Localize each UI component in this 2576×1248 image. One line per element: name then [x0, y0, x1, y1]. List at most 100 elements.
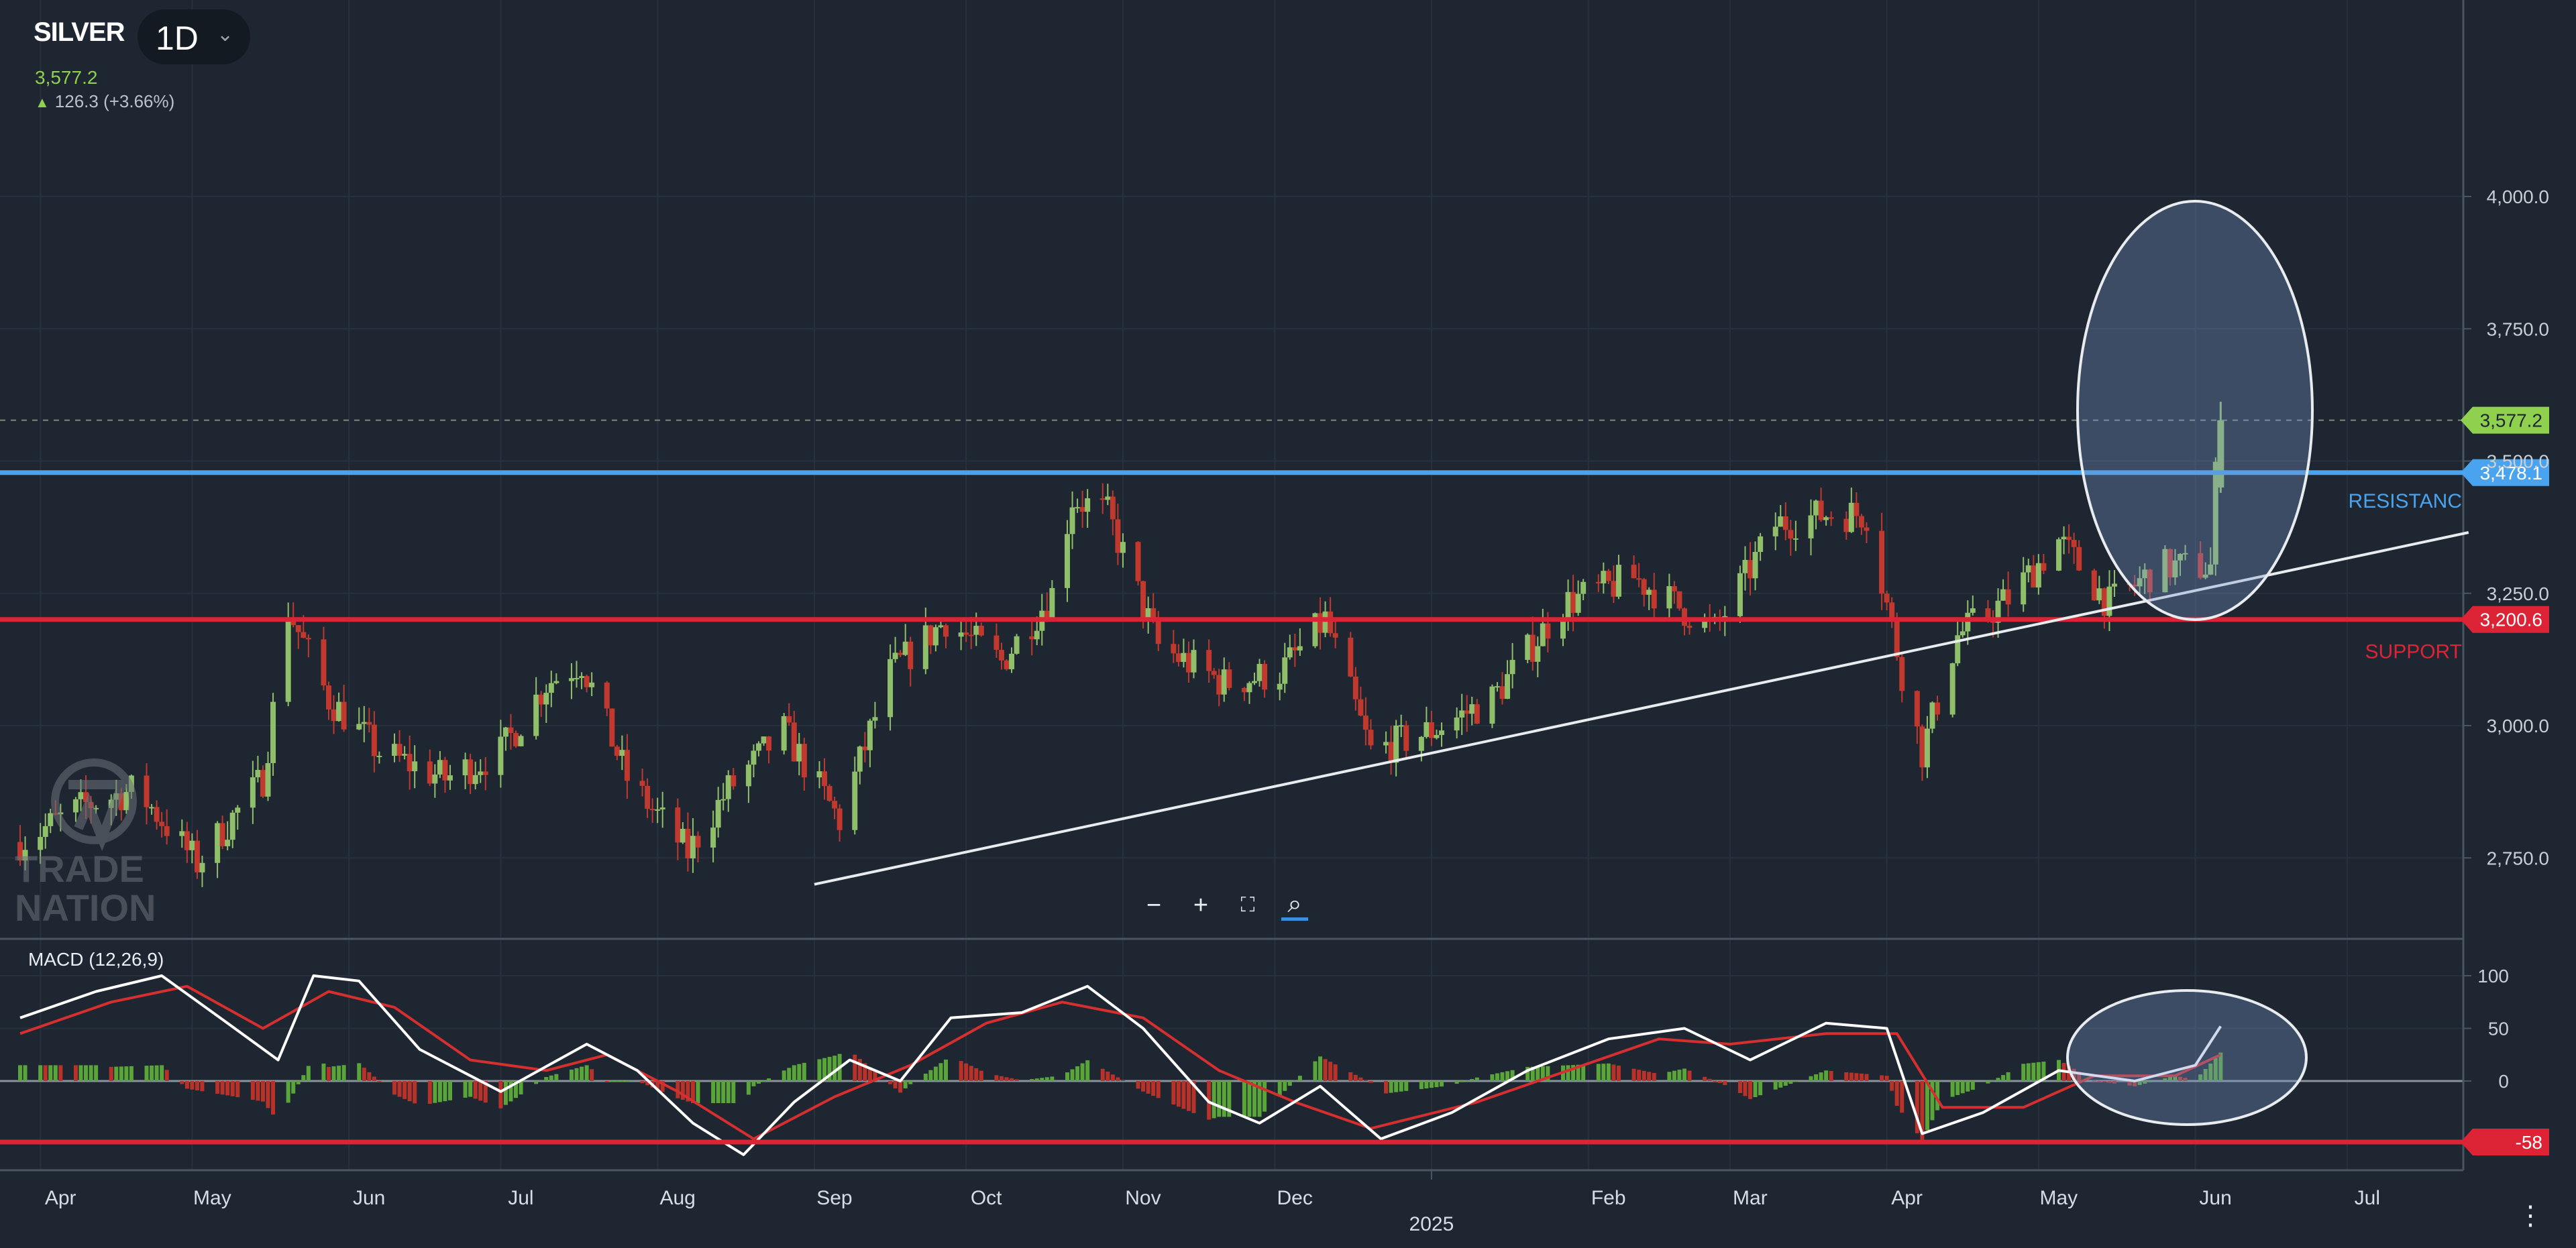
candle-body	[589, 682, 595, 687]
candle-body	[301, 632, 307, 638]
macd-histogram-bar	[2006, 1072, 2010, 1081]
candle-body	[376, 756, 382, 758]
macd-histogram-bar	[503, 1081, 508, 1105]
macd-histogram-bar	[1773, 1081, 1778, 1090]
macd-histogram-bar	[1703, 1076, 1707, 1081]
macd-histogram-bar	[1247, 1081, 1252, 1117]
candle-body	[270, 701, 276, 763]
candle-body	[978, 626, 984, 636]
macd-histogram-bar	[1819, 1072, 1823, 1081]
macd-histogram-bar	[1713, 1080, 1717, 1082]
zoom-out-button[interactable]: −	[1140, 892, 1167, 919]
macd-histogram-bar	[1030, 1079, 1034, 1081]
macd-histogram-bar	[1464, 1080, 1469, 1082]
candle-body	[832, 801, 838, 809]
macd-histogram-bar	[716, 1081, 720, 1103]
macd-histogram-bar	[1793, 1081, 1798, 1082]
candle-body	[553, 681, 559, 683]
macd-histogram-bar	[1156, 1081, 1161, 1098]
macd-histogram-bar	[1753, 1081, 1758, 1098]
candle-body	[1565, 591, 1571, 620]
chevron-down-icon[interactable]: ⌄	[217, 23, 233, 46]
candle-body	[1813, 500, 1819, 516]
candle-body	[994, 635, 1000, 650]
candle-body	[2056, 539, 2062, 571]
macd-histogram-bar	[1116, 1077, 1120, 1081]
candle-body	[1935, 702, 1941, 715]
candle-body	[1843, 518, 1849, 532]
candle-body	[609, 708, 615, 747]
candle-body	[331, 709, 337, 722]
candle-body	[898, 653, 904, 655]
macd-histogram-bar	[1884, 1076, 1889, 1081]
macd-histogram-bar	[898, 1081, 903, 1093]
macd-signal-line	[19, 984, 2222, 1141]
candle-body	[720, 799, 727, 801]
candle-body	[255, 770, 261, 778]
macd-histogram-bar	[1004, 1077, 1009, 1081]
candle-body	[1075, 507, 1081, 509]
candle-body	[1828, 517, 1834, 519]
macd-histogram-bar	[787, 1068, 792, 1081]
candle-body	[1748, 559, 1754, 579]
macd-histogram-bar	[58, 1065, 63, 1081]
candle-body	[1641, 579, 1647, 595]
macd-histogram-bar	[604, 1081, 609, 1082]
candle-body	[1064, 534, 1070, 588]
candle-body	[1686, 626, 1693, 628]
x-tick-label: Jul	[2355, 1187, 2380, 1209]
macd-histogram-bar	[519, 1081, 523, 1095]
macd-histogram-bar	[969, 1066, 973, 1081]
candle-body	[1181, 653, 1187, 663]
macd-histogram-bar	[903, 1081, 908, 1088]
macd-histogram-bar	[731, 1081, 736, 1103]
macd-histogram-bar	[1966, 1081, 1970, 1092]
candle-body	[412, 761, 418, 772]
macd-histogram-bar	[1242, 1081, 1246, 1117]
macd-histogram-bar	[397, 1081, 402, 1097]
fullscreen-button[interactable]: ⛶	[1234, 892, 1261, 919]
candle-body	[624, 750, 630, 781]
more-options-icon[interactable]: ⋮	[2517, 1200, 2544, 1231]
macd-histogram-bar	[1996, 1078, 2000, 1081]
candle-body	[199, 862, 205, 872]
macd-histogram-bar	[1120, 1080, 1125, 1081]
candle-body	[685, 828, 691, 859]
candle-body	[361, 722, 367, 724]
macd-histogram-bar	[230, 1081, 235, 1096]
zoom-in-button[interactable]: +	[1187, 892, 1214, 919]
candle-body	[1358, 699, 1364, 716]
candle-body	[619, 750, 625, 756]
macd-histogram-bar	[498, 1081, 503, 1109]
macd-histogram-bar	[1743, 1081, 1748, 1096]
candle-body	[1646, 589, 1652, 595]
candle-body	[801, 744, 807, 778]
candle-body	[751, 750, 757, 765]
resistance-label: RESISTANC	[2349, 490, 2462, 512]
macd-histogram-bar	[1682, 1068, 1686, 1081]
candle-body	[392, 744, 398, 756]
macd-histogram-bar	[1070, 1069, 1075, 1081]
candle-body	[1226, 669, 1232, 688]
candle-body	[1560, 619, 1566, 639]
x-tick-label: Apr	[1891, 1187, 1923, 1209]
macd-histogram-bar	[1348, 1072, 1353, 1081]
macd-histogram-bar	[1358, 1077, 1363, 1081]
macd-histogram-bar	[1536, 1066, 1540, 1081]
price-chart[interactable]: RESISTANCSUPPORT3,577.23,478.13,200.62,7…	[0, 0, 2576, 1248]
macd-histogram-bar	[1085, 1060, 1090, 1081]
macd-histogram-bar	[1687, 1070, 1692, 1081]
zoom-reset-button[interactable]: ⌕	[1281, 891, 1308, 921]
candle-body	[1469, 704, 1475, 714]
macd-histogram-bar	[549, 1075, 553, 1081]
macd-histogram-bar	[574, 1068, 579, 1081]
candle-body	[1782, 516, 1788, 530]
macd-histogram-bar	[1106, 1072, 1110, 1081]
candle-body	[1085, 498, 1091, 512]
macd-histogram-bar	[792, 1065, 796, 1081]
candle-body	[649, 809, 655, 811]
macd-histogram-bar	[301, 1075, 306, 1081]
macd-histogram-bar	[1637, 1070, 1642, 1081]
macd-histogram-bar	[1854, 1073, 1859, 1081]
x-tick-label: Jul	[508, 1187, 533, 1209]
